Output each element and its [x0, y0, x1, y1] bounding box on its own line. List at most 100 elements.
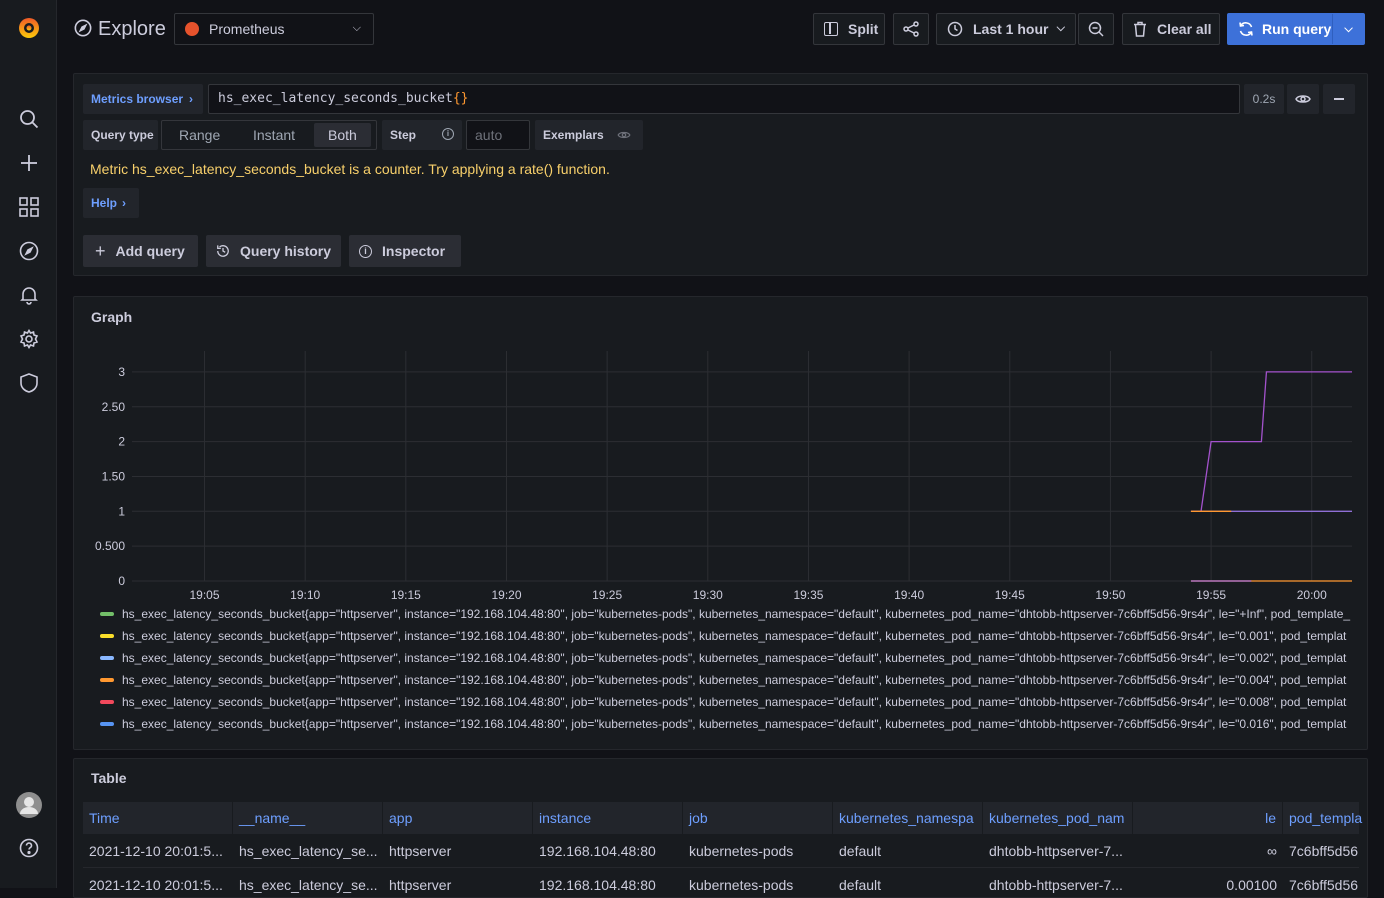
search-icon[interactable] — [17, 107, 41, 131]
page-title: Explore — [98, 18, 166, 40]
legend-item[interactable]: hs_exec_latency_seconds_bucket{app="http… — [100, 671, 1360, 689]
results-table: Time __name__ app instance job kubernetes_nam… — [83, 802, 1362, 897]
legend-item[interactable]: hs_exec_latency_seconds_bucket{app="http… — [100, 627, 1360, 645]
columns-icon — [824, 22, 838, 36]
table-cell: default — [839, 843, 882, 859]
shield-icon[interactable] — [17, 371, 41, 395]
x-tick-label: 19:40 — [894, 588, 924, 602]
legend-item[interactable]: hs_exec_latency_seconds_bucket{app="http… — [100, 693, 1360, 711]
x-tick-label: 19:05 — [190, 588, 220, 602]
toggle-query-visibility-button[interactable] — [1287, 84, 1319, 114]
table-cell: 192.168.104.48:80 — [539, 877, 656, 893]
legend-color-swatch — [100, 678, 114, 682]
graph-chart[interactable]: 0 0.500 1 1.50 2 2.50 3 19:05 19:10 19:15 19:20 19:… — [74, 337, 1367, 607]
inspector-button[interactable]: i Inspector — [349, 235, 461, 267]
exemplars-label: Exemplars — [543, 128, 604, 142]
step-label: Step — [390, 128, 417, 142]
legend-label: hs_exec_latency_seconds_bucket{app="http… — [122, 695, 1347, 709]
query-expression-input[interactable]: hs_exec_latency_seconds_bucket{} — [208, 84, 1240, 114]
column-header[interactable]: kubernetes_namespa — [833, 802, 983, 834]
table-cell: dhtobb-httpserver-7... — [989, 877, 1123, 893]
split-button[interactable]: Split — [813, 13, 885, 45]
column-header[interactable]: job — [683, 802, 833, 834]
table-row: 2021-12-10 20:01:5... hs_exec_latency_se.… — [83, 834, 1359, 868]
metrics-browser-button[interactable]: Metrics browser › — [83, 84, 203, 114]
sidebar — [0, 0, 57, 888]
table-cell: 7c6bff5d56 — [1289, 843, 1359, 859]
info-icon[interactable]: i — [442, 128, 454, 140]
query-expression-braces: {} — [452, 91, 469, 106]
table-cell: kubernetes-pods — [689, 877, 794, 893]
query-type-both[interactable]: Both — [314, 123, 371, 147]
table-row: 2021-12-10 20:01:5... hs_exec_latency_se.… — [83, 868, 1359, 897]
share-button[interactable] — [893, 13, 929, 45]
legend-label: hs_exec_latency_seconds_bucket{app="http… — [122, 673, 1347, 687]
table-cell: kubernetes-pods — [689, 843, 794, 859]
datasource-name: Prometheus — [209, 21, 285, 37]
legend-label: hs_exec_latency_seconds_bucket{app="http… — [122, 717, 1347, 731]
zoom-out-button[interactable] — [1078, 13, 1114, 45]
legend-label: hs_exec_latency_seconds_bucket{app="http… — [122, 651, 1347, 665]
legend-item[interactable]: hs_exec_latency_seconds_bucket{app="http… — [100, 605, 1360, 623]
plus-icon[interactable] — [17, 151, 41, 175]
dashboards-icon[interactable] — [17, 195, 41, 219]
clock-icon — [947, 21, 963, 37]
compass-icon[interactable] — [17, 239, 41, 263]
bell-icon[interactable] — [17, 283, 41, 307]
column-header[interactable]: Time — [83, 802, 233, 834]
eye-icon — [617, 131, 631, 139]
help-icon[interactable] — [17, 836, 41, 860]
step-input[interactable]: auto — [466, 120, 530, 150]
y-tick-label: 0 — [118, 574, 125, 588]
user-avatar-icon[interactable] — [16, 792, 42, 818]
y-tick-label: 2.50 — [102, 400, 126, 414]
exemplars-toggle[interactable]: Exemplars — [535, 120, 643, 150]
x-tick-label: 19:45 — [995, 588, 1025, 602]
legend-color-swatch — [100, 700, 114, 704]
inspector-label: Inspector — [382, 243, 446, 259]
legend-item[interactable]: hs_exec_latency_seconds_bucket{app="http… — [100, 649, 1360, 667]
trash-icon — [1134, 21, 1146, 37]
legend-item[interactable]: hs_exec_latency_seconds_bucket{app="http… — [100, 715, 1360, 733]
help-button[interactable]: Help › — [83, 188, 139, 218]
query-type-instant[interactable]: Instant — [245, 121, 303, 149]
column-header[interactable]: __name__ — [233, 802, 383, 834]
time-range-picker[interactable]: Last 1 hour ⌵ — [936, 13, 1076, 45]
query-history-button[interactable]: Query history — [206, 235, 341, 267]
chevron-down-icon: ⌵ — [1056, 22, 1065, 34]
chevron-right-icon: › — [122, 196, 127, 210]
table-cell: 2021-12-10 20:01:5... — [89, 877, 223, 893]
table-title: Table — [91, 770, 127, 786]
query-type-range[interactable]: Range — [171, 121, 228, 149]
plus-icon: + — [95, 240, 106, 261]
refresh-icon — [1239, 22, 1253, 36]
column-header[interactable]: instance — [533, 802, 683, 834]
table-panel: Table Time __name__ app instance job kubernet… — [73, 758, 1368, 898]
split-label: Split — [848, 21, 879, 37]
gear-icon[interactable] — [17, 327, 41, 351]
column-header[interactable]: le — [1133, 802, 1283, 834]
table-cell: httpserver — [389, 877, 452, 893]
column-header[interactable]: pod_templa — [1283, 802, 1367, 834]
y-tick-label: 2 — [118, 435, 125, 449]
query-type-label: Query type — [83, 120, 158, 150]
legend-color-swatch — [100, 722, 114, 726]
run-query-button[interactable]: Run query ⌵ — [1227, 13, 1365, 45]
query-duration: 0.2s — [1244, 84, 1284, 114]
query-expression-text: hs_exec_latency_seconds_bucket — [218, 91, 453, 106]
zoom-out-icon — [1088, 21, 1104, 37]
add-query-button[interactable]: + Add query — [83, 235, 198, 267]
remove-query-button[interactable] — [1323, 84, 1355, 114]
clear-all-button[interactable]: Clear all — [1122, 13, 1220, 45]
step-label-box: Step i — [382, 120, 462, 150]
grafana-logo-icon[interactable] — [16, 15, 42, 41]
x-tick-label: 19:50 — [1095, 588, 1125, 602]
table-cell: ∞ — [1267, 843, 1277, 859]
column-header[interactable]: app — [383, 802, 533, 834]
info-icon: i — [359, 244, 372, 258]
table-cell: hs_exec_latency_se... — [239, 877, 378, 893]
column-header[interactable]: kubernetes_pod_nam — [983, 802, 1133, 834]
x-tick-label: 19:20 — [491, 588, 521, 602]
datasource-picker[interactable]: Prometheus ⌵ — [174, 13, 374, 45]
run-query-dropdown[interactable]: ⌵ — [1332, 14, 1364, 44]
